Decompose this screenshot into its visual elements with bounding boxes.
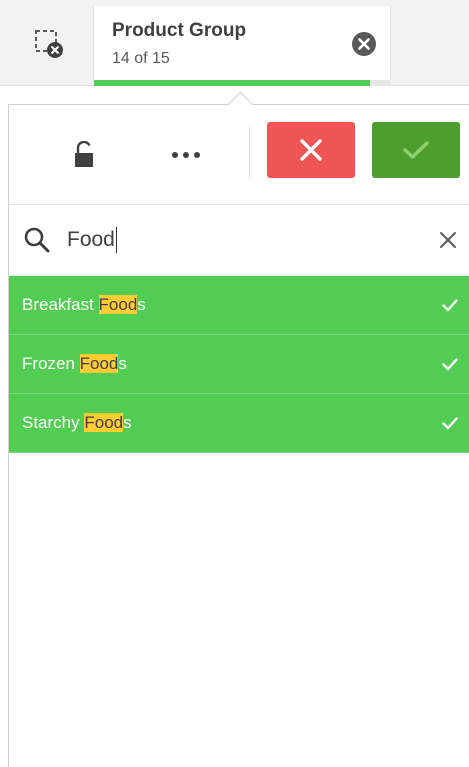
unlock-icon xyxy=(75,141,93,167)
selection-tab-product-group[interactable]: Product Group 14 of 15 xyxy=(93,6,391,86)
list-item-text: s xyxy=(118,354,127,373)
search-match-highlight: Food xyxy=(98,295,138,314)
close-icon xyxy=(440,232,456,248)
left-edge xyxy=(0,86,8,767)
popover-arrow xyxy=(226,90,254,105)
clear-search-button[interactable] xyxy=(436,228,460,252)
checkmark-icon xyxy=(442,358,458,371)
toolbar-divider xyxy=(249,127,250,179)
text-caret xyxy=(115,227,117,253)
list-item[interactable]: Breakfast Foods xyxy=(9,276,469,335)
checkmark-icon xyxy=(442,417,458,430)
list-item-text: s xyxy=(137,295,146,314)
search-match-highlight: Food xyxy=(84,413,124,432)
cancel-selection-button[interactable] xyxy=(267,122,355,178)
checkmark-icon xyxy=(403,141,429,159)
list-item-text: Breakfast xyxy=(22,295,99,314)
selection-progress-bar xyxy=(94,80,390,86)
selection-tab-count: 14 of 15 xyxy=(112,50,170,67)
list-item-text: Frozen xyxy=(22,354,80,373)
selection-tab-title: Product Group xyxy=(112,20,247,41)
search-icon xyxy=(24,227,50,253)
selections-bar: Product Group 14 of 15 xyxy=(0,0,469,86)
close-icon xyxy=(300,139,322,161)
popover-toolbar xyxy=(9,105,469,205)
selection-progress-fill xyxy=(94,80,371,86)
close-circle-icon xyxy=(352,32,376,56)
clear-selections-button[interactable] xyxy=(10,8,88,80)
more-options-button[interactable] xyxy=(164,135,208,175)
listbox-popover: Food Breakfast Foods Frozen Foods Starch… xyxy=(8,104,469,767)
search-row: Food xyxy=(9,206,469,276)
list-item-label: Frozen Foods xyxy=(22,354,127,374)
clear-selections-icon xyxy=(35,30,63,58)
list-item-label: Starchy Foods xyxy=(22,413,132,433)
list-item[interactable]: Frozen Foods xyxy=(9,335,469,394)
list-item-label: Breakfast Foods xyxy=(22,295,146,315)
remove-selection-button[interactable] xyxy=(350,30,378,58)
checkmark-icon xyxy=(442,299,458,312)
confirm-selection-button[interactable] xyxy=(372,122,460,178)
more-horizontal-icon xyxy=(172,152,200,158)
search-input[interactable]: Food xyxy=(67,222,397,258)
search-input-value: Food xyxy=(67,228,115,251)
list-item-text: Starchy xyxy=(22,413,85,432)
list-item[interactable]: Starchy Foods xyxy=(9,394,469,453)
search-match-highlight: Food xyxy=(79,354,119,373)
value-list: Breakfast Foods Frozen Foods Starchy Foo… xyxy=(9,276,469,453)
list-item-text: s xyxy=(123,413,132,432)
lock-button[interactable] xyxy=(67,135,101,175)
